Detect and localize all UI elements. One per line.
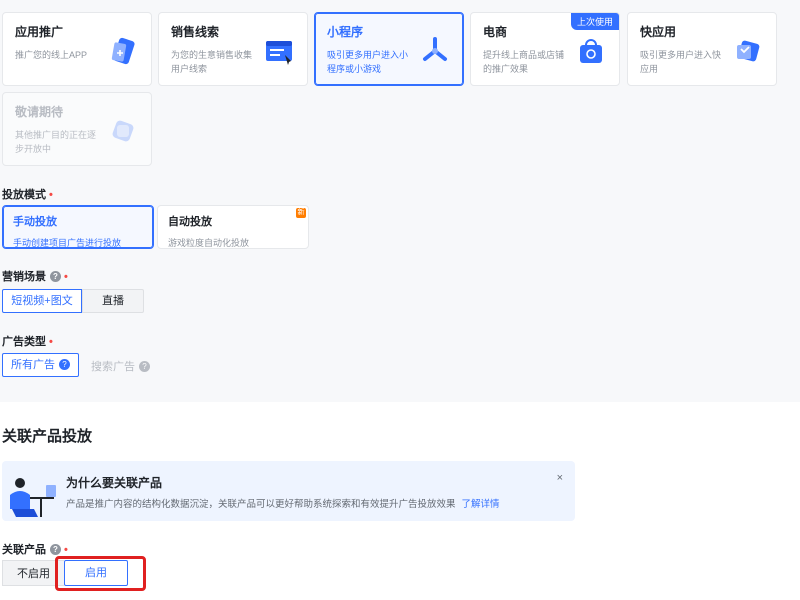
required-mark: • — [64, 544, 68, 556]
goal-card-quick-app[interactable]: 快应用 吸引更多用户进入快应用 — [627, 12, 777, 86]
delivery-mode-manual[interactable]: 手动投放 手动创建项目广告进行投放 — [2, 205, 154, 249]
delivery-mode-auto[interactable]: 新 自动投放 游戏粒度自动化投放 — [157, 205, 309, 249]
goal-card-coming-soon: 敬请期待 其他推广目的正在逐步开放中 — [2, 92, 152, 166]
required-mark: • — [49, 336, 53, 348]
info-title: 为什么要关联产品 — [66, 476, 163, 490]
mini-program-icon — [423, 37, 447, 61]
scene-label-text: 营销场景 — [2, 271, 46, 283]
close-icon[interactable]: × — [557, 472, 563, 484]
coming-soon-icon — [112, 120, 134, 142]
ad-type-search: 搜索广告? — [91, 358, 150, 374]
highlight-box — [55, 556, 146, 591]
person-at-desk-illustration — [10, 478, 56, 517]
related-product-label-text: 关联产品 — [2, 544, 46, 556]
card-desc: 吸引更多用户进入小程序或小游戏 — [327, 50, 409, 74]
goal-card-app-promo[interactable]: 应用推广 推广您的线上APP — [2, 12, 152, 86]
delivery-mode-label-text: 投放模式 — [2, 189, 46, 201]
last-used-badge: 上次使用 — [570, 13, 619, 30]
goal-card-mini-program[interactable]: 小程序 吸引更多用户进入小程序或小游戏 — [314, 12, 464, 86]
new-tag: 新 — [296, 208, 306, 218]
goal-card-ecommerce[interactable]: 上次使用 电商 提升线上商品或店铺的推广效果 — [470, 12, 620, 86]
scene-label: 营销场景? • — [2, 268, 68, 284]
related-product-label: 关联产品? • — [2, 541, 68, 557]
mode-desc: 手动创建项目广告进行投放 — [13, 238, 122, 248]
card-desc: 推广您的线上APP — [15, 50, 88, 60]
help-icon[interactable]: ? — [50, 271, 61, 282]
product-info-banner: 为什么要关联产品 产品是推广内容的结构化数据沉淀，关联产品可以更好帮助系统探索和… — [2, 461, 575, 521]
mode-desc: 游戏粒度自动化投放 — [168, 238, 250, 248]
ecommerce-icon — [580, 39, 602, 63]
card-desc: 提升线上商品或店铺的推广效果 — [483, 50, 565, 74]
help-icon[interactable]: ? — [59, 359, 70, 370]
card-desc: 为您的生意销售收集用户线索 — [171, 50, 253, 74]
ad-type-search-label: 搜索广告 — [91, 361, 135, 373]
help-icon: ? — [139, 361, 150, 372]
ad-type-label-text: 广告类型 — [2, 336, 46, 348]
ad-type-label: 广告类型 • — [2, 333, 53, 349]
mode-title: 自动投放 — [168, 216, 212, 228]
info-text: 产品是推广内容的结构化数据沉淀，关联产品可以更好帮助系统探索和有效提升广告投放效… — [66, 496, 500, 510]
card-desc: 其他推广目的正在逐步开放中 — [15, 130, 97, 154]
ad-type-all-label: 所有广告 — [11, 359, 55, 371]
mode-title: 手动投放 — [13, 216, 57, 228]
learn-more-link[interactable]: 了解详情 — [462, 499, 500, 510]
scene-short-video[interactable]: 短视频+图文 — [2, 289, 82, 313]
card-desc: 吸引更多用户进入快应用 — [640, 50, 722, 74]
product-section-title: 关联产品投放 — [2, 428, 93, 445]
app-promo-icon — [111, 37, 135, 65]
help-icon[interactable]: ? — [50, 544, 61, 555]
scene-live[interactable]: 直播 — [82, 289, 144, 313]
goal-card-sales-lead[interactable]: 销售线索 为您的生意销售收集用户线索 — [158, 12, 308, 86]
sales-lead-icon — [266, 41, 292, 65]
delivery-mode-label: 投放模式 • — [2, 186, 53, 202]
info-text-body: 产品是推广内容的结构化数据沉淀，关联产品可以更好帮助系统探索和有效提升广告投放效… — [66, 499, 456, 510]
required-mark: • — [49, 189, 53, 201]
quick-app-icon — [737, 40, 760, 62]
required-mark: • — [64, 271, 68, 283]
ad-type-all[interactable]: 所有广告? — [2, 353, 79, 377]
